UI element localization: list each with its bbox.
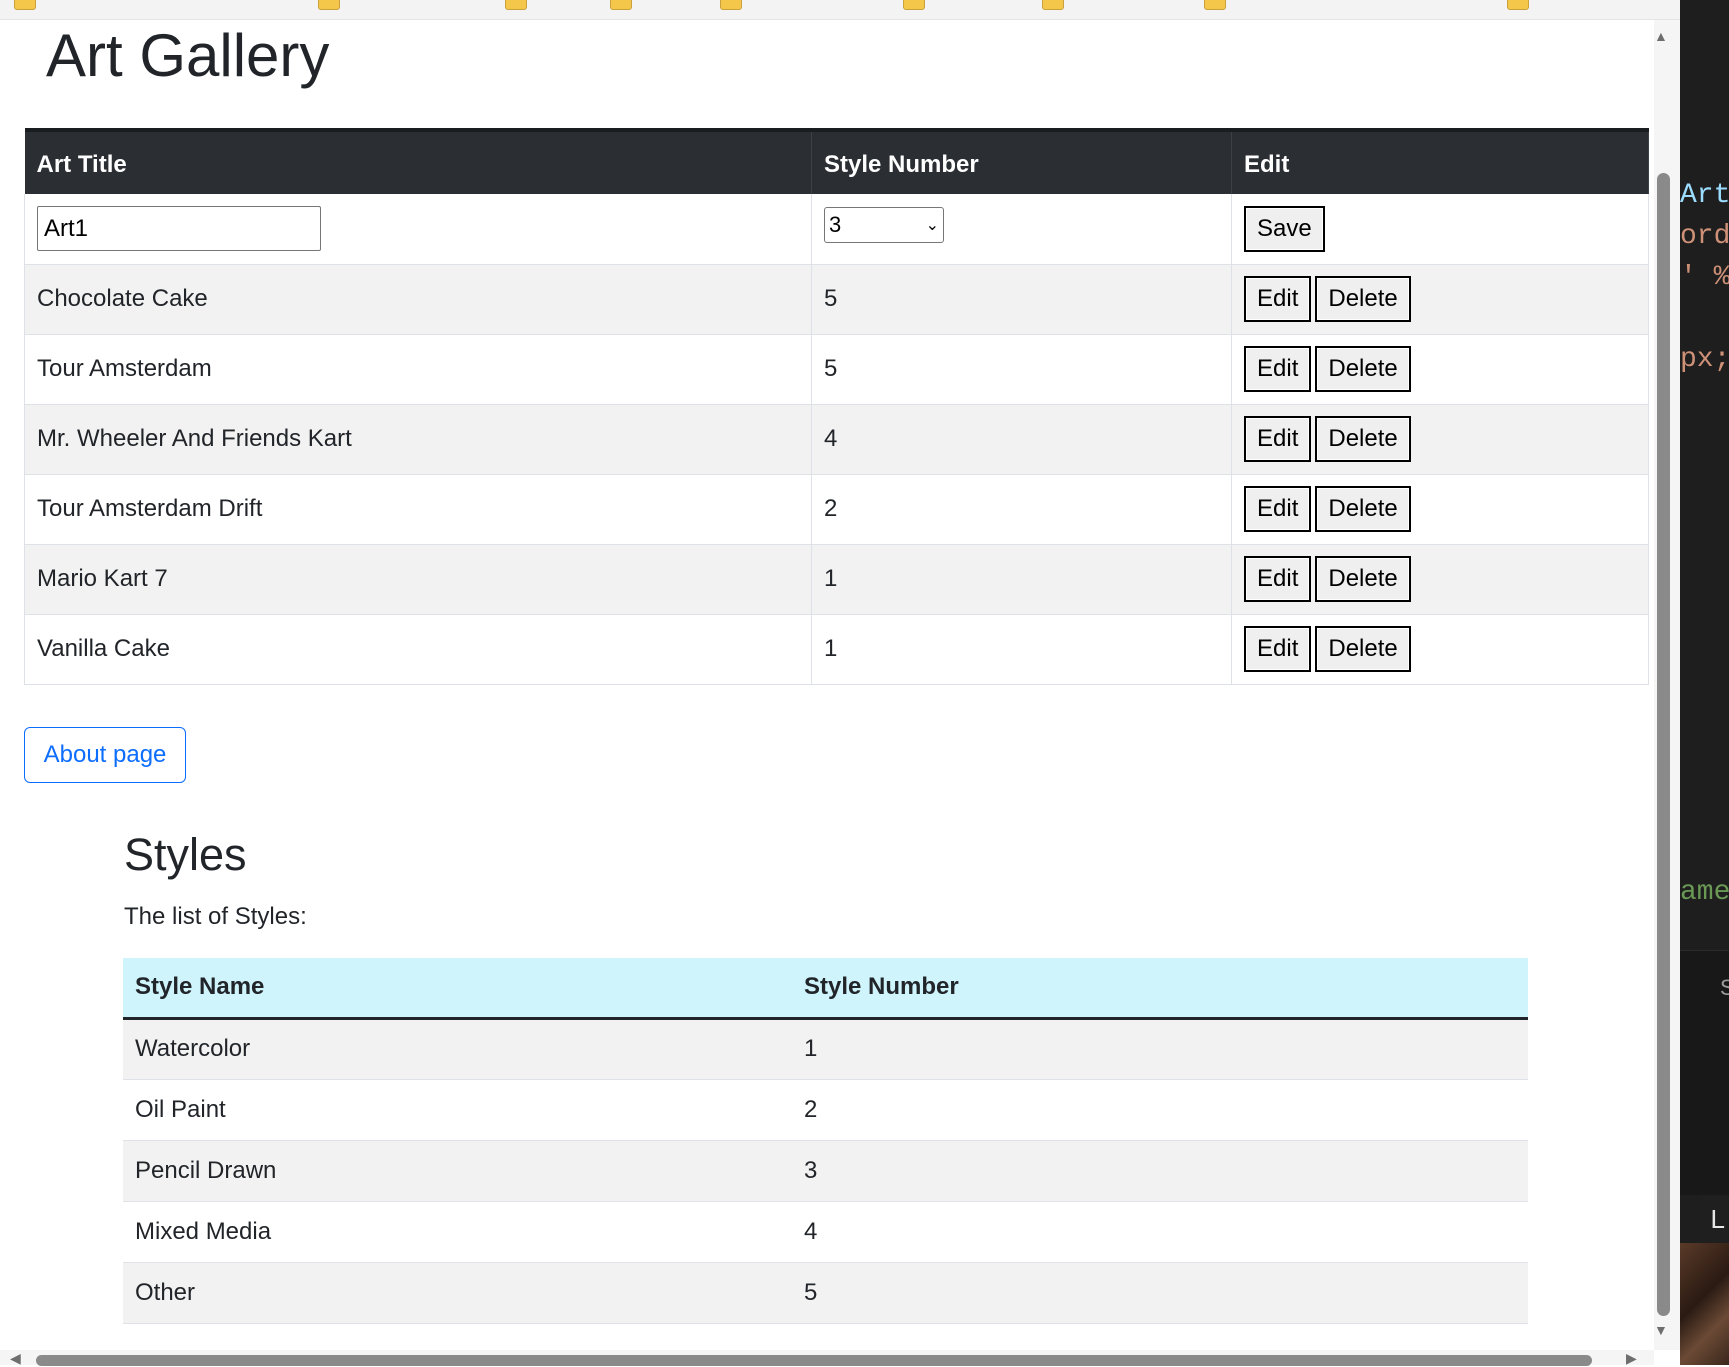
style-number-header: Style Number — [811, 128, 1232, 194]
table-row: Other 5 — [123, 1262, 1528, 1324]
style-number-cell: 1 — [792, 1018, 1528, 1080]
style-number-header: Style Number — [792, 958, 1528, 1020]
edit-header: Edit — [1231, 128, 1649, 194]
art-title-cell: Tour Amsterdam Drift — [24, 474, 812, 545]
delete-button[interactable]: Delete — [1315, 556, 1411, 602]
table-row: Oil Paint 2 — [123, 1079, 1528, 1141]
edit-button[interactable]: Edit — [1244, 486, 1312, 532]
art-table: Art Title Style Number Edit 3 ⌄ Save — [24, 128, 1649, 685]
style-number-cell: 4 — [792, 1201, 1528, 1263]
style-number-cell: 2 — [811, 474, 1232, 545]
scroll-left-arrow-icon[interactable]: ◀ — [10, 1350, 21, 1367]
panel-label: S — [1720, 975, 1729, 1000]
code-line: ' % — [1680, 262, 1729, 293]
art-title-cell: Tour Amsterdam — [24, 334, 812, 405]
style-name-cell: Oil Paint — [123, 1079, 792, 1141]
bookmark-folder-icon[interactable] — [1042, 0, 1064, 10]
table-cell: 3 ⌄ — [811, 194, 1232, 265]
delete-button[interactable]: Delete — [1315, 416, 1411, 462]
delete-button[interactable]: Delete — [1315, 276, 1411, 322]
actions-cell: Edit Delete — [1231, 264, 1649, 335]
save-button[interactable]: Save — [1244, 205, 1325, 252]
wallpaper-image — [1680, 1243, 1729, 1365]
browser-page: Art Gallery Art Title Style Number Edit … — [0, 20, 1654, 1350]
delete-button[interactable]: Delete — [1315, 486, 1411, 532]
bookmark-folder-icon[interactable] — [903, 0, 925, 10]
status-item: L — [1700, 1195, 1729, 1243]
edit-button[interactable]: Edit — [1244, 276, 1312, 322]
styles-description: The list of Styles: — [124, 903, 307, 930]
edit-button[interactable]: Edit — [1244, 416, 1312, 462]
table-row: Mario Kart 7 1 Edit Delete — [24, 544, 1649, 615]
table-cell: Save — [1231, 194, 1649, 265]
page-title: Art Gallery — [46, 22, 330, 89]
style-number-cell: 2 — [792, 1079, 1528, 1141]
style-number-cell: 4 — [811, 404, 1232, 475]
art-title-header: Art Title — [24, 128, 812, 194]
style-select-value: 3 — [829, 211, 842, 237]
actions-cell: Edit Delete — [1231, 334, 1649, 405]
edit-button[interactable]: Edit — [1244, 346, 1312, 392]
table-row: Mixed Media 4 — [123, 1201, 1528, 1263]
bookmark-folder-icon[interactable] — [318, 0, 340, 10]
table-row: Mr. Wheeler And Friends Kart 4 Edit Delet… — [24, 404, 1649, 475]
style-name-cell: Mixed Media — [123, 1201, 792, 1263]
edit-button[interactable]: Edit — [1244, 556, 1312, 602]
style-number-cell: 5 — [811, 334, 1232, 405]
table-row: Tour Amsterdam Drift 2 Edit Delete — [24, 474, 1649, 545]
style-number-select[interactable]: 3 ⌄ — [824, 206, 944, 243]
bookmark-folder-icon[interactable] — [1507, 0, 1529, 10]
bookmark-folder-icon[interactable] — [14, 0, 36, 10]
art-title-cell: Vanilla Cake — [24, 614, 812, 685]
style-number-cell: 1 — [811, 544, 1232, 615]
bookmark-folder-icon[interactable] — [720, 0, 742, 10]
styles-table: Style Name Style Number Watercolor 1 Oil… — [123, 958, 1528, 1324]
code-line: ame — [1680, 877, 1729, 908]
table-row: Watercolor 1 — [123, 1018, 1528, 1080]
bookmark-folder-icon[interactable] — [505, 0, 527, 10]
table-cell — [24, 194, 812, 265]
style-name-header: Style Name — [123, 958, 792, 1020]
code-line: px; — [1680, 344, 1729, 375]
style-number-cell: 3 — [792, 1140, 1528, 1202]
scroll-right-arrow-icon[interactable]: ▶ — [1626, 1350, 1637, 1367]
art-title-cell: Mario Kart 7 — [24, 544, 812, 615]
style-number-cell: 1 — [811, 614, 1232, 685]
art-title-cell: Mr. Wheeler And Friends Kart — [24, 404, 812, 475]
about-page-button[interactable]: About page — [24, 727, 186, 783]
actions-cell: Edit Delete — [1231, 474, 1649, 545]
table-row: Tour Amsterdam 5 Edit Delete — [24, 334, 1649, 405]
bookmark-folder-icon[interactable] — [1204, 0, 1226, 10]
chevron-down-icon: ⌄ — [925, 216, 939, 234]
style-name-cell: Watercolor — [123, 1018, 792, 1080]
style-name-cell: Pencil Drawn — [123, 1140, 792, 1202]
edit-row: 3 ⌄ Save — [24, 194, 1649, 265]
art-title-input[interactable] — [37, 206, 321, 252]
edit-button[interactable]: Edit — [1244, 626, 1312, 672]
actions-cell: Edit Delete — [1231, 614, 1649, 685]
delete-button[interactable]: Delete — [1315, 346, 1411, 392]
styles-title: Styles — [124, 829, 247, 880]
code-line: Art — [1680, 180, 1729, 211]
code-line: ord — [1680, 221, 1729, 252]
delete-button[interactable]: Delete — [1315, 626, 1411, 672]
style-number-cell: 5 — [811, 264, 1232, 335]
actions-cell: Edit Delete — [1231, 404, 1649, 475]
table-row: Pencil Drawn 3 — [123, 1140, 1528, 1202]
bookmark-folder-icon[interactable] — [610, 0, 632, 10]
table-row: Vanilla Cake 1 Edit Delete — [24, 614, 1649, 685]
vertical-scrollbar-thumb[interactable] — [1657, 173, 1670, 1316]
scroll-up-arrow-icon[interactable]: ▲ — [1654, 28, 1668, 44]
style-number-cell: 5 — [792, 1262, 1528, 1324]
bookmarks-bar — [0, 0, 1680, 20]
art-title-cell: Chocolate Cake — [24, 264, 812, 335]
table-row: Chocolate Cake 5 Edit Delete — [24, 264, 1649, 335]
scroll-down-arrow-icon[interactable]: ▼ — [1654, 1322, 1668, 1338]
horizontal-scrollbar-thumb[interactable] — [36, 1355, 1592, 1366]
style-name-cell: Other — [123, 1262, 792, 1324]
actions-cell: Edit Delete — [1231, 544, 1649, 615]
